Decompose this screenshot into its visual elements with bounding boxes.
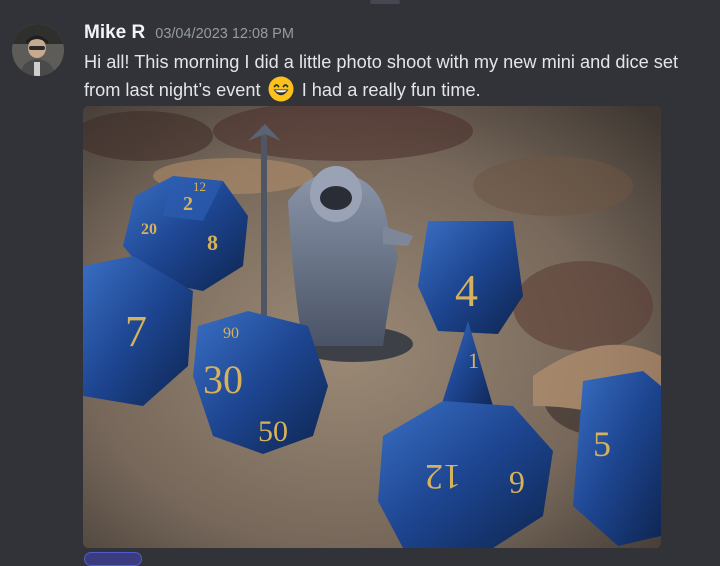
die-number: 12 xyxy=(425,457,461,497)
divider xyxy=(370,0,400,4)
die-number: 50 xyxy=(258,415,288,448)
grinning-emoji-icon[interactable] xyxy=(268,76,294,102)
die-number: 12 xyxy=(193,179,206,194)
die-number: 30 xyxy=(203,357,243,402)
die-number: 90 xyxy=(223,325,239,342)
message-content: Hi all! This morning I did a little phot… xyxy=(84,49,714,104)
message-text-continued: I had a really fun time. xyxy=(301,80,481,100)
die-number: 5 xyxy=(593,424,611,464)
chat-message: Mike R 03/04/2023 12:08 PM Hi all! This … xyxy=(0,0,720,566)
die-number: 8 xyxy=(207,230,218,255)
reaction-button[interactable] xyxy=(84,552,142,566)
username[interactable]: Mike R xyxy=(84,22,145,44)
die-number: 1 xyxy=(468,348,479,373)
die-number: 4 xyxy=(455,265,478,316)
avatar-photo xyxy=(12,24,64,76)
die-number: 2 xyxy=(183,193,193,215)
die-number: 7 xyxy=(125,307,147,356)
dice-photo: 2 8 20 12 7 4 90 30 50 1 12 6 5 xyxy=(83,106,661,548)
avatar[interactable] xyxy=(12,24,64,76)
die-number: 20 xyxy=(141,221,157,238)
die-number: 6 xyxy=(509,465,525,501)
message-header: Mike R 03/04/2023 12:08 PM xyxy=(84,22,294,48)
image-attachment[interactable]: 2 8 20 12 7 4 90 30 50 1 12 6 5 xyxy=(83,106,661,548)
timestamp[interactable]: 03/04/2023 12:08 PM xyxy=(155,26,294,42)
percentile-die: 90 30 50 xyxy=(193,311,328,454)
d8-die: 4 xyxy=(418,221,523,334)
